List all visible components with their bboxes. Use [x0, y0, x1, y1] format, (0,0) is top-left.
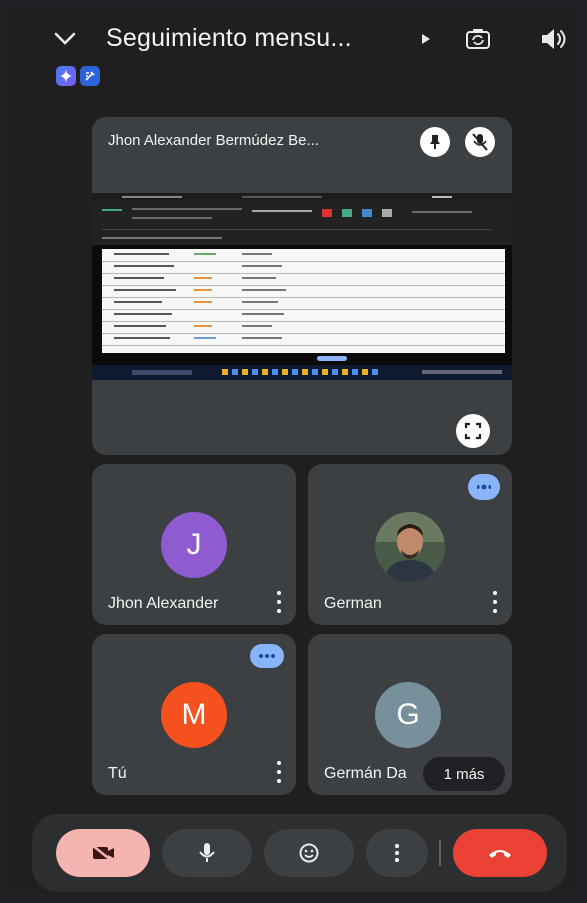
avatar: [375, 512, 445, 582]
mic-off-icon: [465, 127, 495, 157]
fullscreen-icon[interactable]: [456, 414, 490, 448]
presenter-name: Jhon Alexander Bermúdez Be...: [108, 132, 319, 149]
speaking-indicator-icon: [468, 474, 500, 500]
shared-screen: [92, 193, 512, 380]
divider: [439, 840, 441, 866]
pin-icon[interactable]: [420, 127, 450, 157]
typing-indicator-icon: [250, 644, 284, 668]
participant-name: Jhon Alexander: [108, 595, 219, 612]
more-participants-chip[interactable]: 1 más: [423, 757, 505, 791]
speaker-icon[interactable]: [536, 24, 570, 54]
videocam-off-icon: [91, 844, 114, 862]
participant-tile[interactable]: German: [308, 464, 512, 625]
more-options-button[interactable]: [366, 829, 428, 877]
reactions-button[interactable]: [264, 829, 354, 877]
participant-tile[interactable]: J Jhon Alexander: [92, 464, 296, 625]
avatar: J: [161, 512, 227, 578]
chevron-down-icon[interactable]: [50, 24, 80, 54]
more-vert-icon: [392, 844, 402, 862]
call-controls: [32, 814, 567, 892]
participant-name: Tú: [108, 765, 127, 782]
participant-tile[interactable]: M Tú: [92, 634, 296, 795]
avatar-initial: J: [186, 528, 202, 561]
participant-name: German: [324, 595, 382, 612]
mic-button[interactable]: [162, 829, 252, 877]
avatar-initial: M: [181, 698, 207, 731]
notes-icon[interactable]: [80, 66, 100, 86]
emoji-icon: [299, 843, 319, 863]
switch-camera-icon[interactable]: [462, 24, 494, 54]
play-arrow-icon[interactable]: [418, 30, 434, 48]
mic-icon: [199, 843, 215, 862]
meeting-title[interactable]: Seguimiento mensu...: [106, 24, 352, 53]
spreadsheet-preview: [102, 249, 505, 353]
avatar-initial: G: [396, 698, 420, 731]
more-vert-icon[interactable]: [490, 591, 500, 613]
more-vert-icon[interactable]: [274, 591, 284, 613]
participant-name: Germán Da: [324, 765, 407, 782]
avatar: M: [161, 682, 227, 748]
camera-off-button[interactable]: [56, 829, 150, 877]
call-end-icon: [489, 850, 511, 858]
gemini-sparkle-icon[interactable]: [56, 66, 76, 86]
end-call-button[interactable]: [453, 829, 547, 877]
top-bar: Seguimiento mensu...: [0, 0, 587, 110]
more-vert-icon[interactable]: [274, 761, 284, 783]
avatar: G: [375, 682, 441, 748]
